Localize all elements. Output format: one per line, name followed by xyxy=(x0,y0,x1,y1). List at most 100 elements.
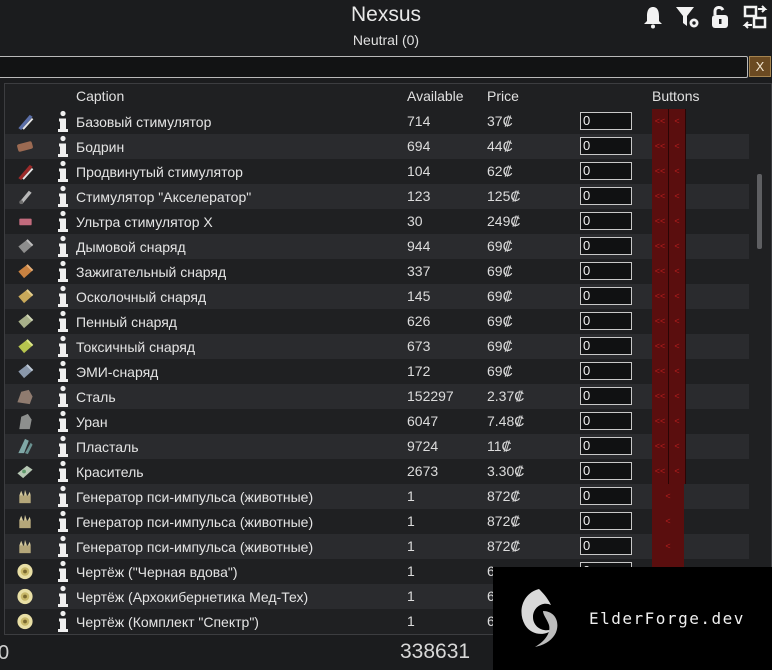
item-price: 69₡ xyxy=(487,313,513,329)
quantity-field[interactable] xyxy=(580,462,632,480)
info-icon[interactable] xyxy=(57,560,69,583)
trade-buttons: << < xyxy=(652,184,686,209)
info-icon[interactable] xyxy=(57,185,69,208)
info-icon[interactable] xyxy=(57,360,69,383)
buy-all-button[interactable]: << xyxy=(652,409,669,434)
info-icon[interactable] xyxy=(57,135,69,158)
psychic-generator-icon xyxy=(19,539,31,554)
item-available: 673 xyxy=(407,338,431,354)
buy-all-button[interactable]: << xyxy=(652,209,669,234)
quantity-field[interactable] xyxy=(580,487,632,505)
search-input[interactable] xyxy=(0,56,748,78)
buy-one-button[interactable]: < xyxy=(669,459,686,484)
buy-one-button[interactable]: < xyxy=(669,409,686,434)
info-icon[interactable] xyxy=(57,285,69,308)
trader-faction: Neutral (0) xyxy=(352,32,420,48)
buy-one-button[interactable]: < xyxy=(669,109,686,134)
quantity-field[interactable] xyxy=(580,412,632,430)
quantity-field[interactable] xyxy=(580,537,632,555)
buy-all-button[interactable]: << xyxy=(652,459,669,484)
quantity-field[interactable] xyxy=(580,262,632,280)
quantity-field[interactable] xyxy=(580,137,632,155)
buy-one-button[interactable]: < xyxy=(669,384,686,409)
info-icon[interactable] xyxy=(57,435,69,458)
buy-all-button[interactable]: << xyxy=(652,384,669,409)
quantity-field[interactable] xyxy=(580,237,632,255)
info-icon[interactable] xyxy=(57,160,69,183)
buy-one-button[interactable]: < xyxy=(652,484,684,509)
quantity-field[interactable] xyxy=(580,337,632,355)
buy-all-button[interactable]: << xyxy=(652,134,669,159)
quantity-field[interactable] xyxy=(580,187,632,205)
unlock-icon[interactable] xyxy=(706,2,736,32)
buy-one-button[interactable]: < xyxy=(669,434,686,459)
info-icon[interactable] xyxy=(57,235,69,258)
buy-one-button[interactable]: < xyxy=(669,159,686,184)
quantity-field[interactable] xyxy=(580,212,632,230)
item-available: 9724 xyxy=(407,438,439,454)
buy-all-button[interactable]: << xyxy=(652,159,669,184)
foam-shell-icon xyxy=(18,314,34,329)
table-row: Стимулятор "Акселератор" 123 125₡ <<< xyxy=(5,184,749,209)
item-caption: Осколочный снаряд xyxy=(76,289,207,305)
table-row: Дымовой снаряд 944 69₡ <<< xyxy=(5,234,749,259)
buy-one-button[interactable]: < xyxy=(669,184,686,209)
buy-one-button[interactable]: < xyxy=(669,309,686,334)
item-available: 172 xyxy=(407,363,431,379)
item-available: 1 xyxy=(407,613,415,629)
buy-all-button[interactable]: << xyxy=(652,434,669,459)
buy-all-button[interactable]: << xyxy=(652,309,669,334)
info-icon[interactable] xyxy=(57,260,69,283)
dragon-logo-icon xyxy=(521,589,558,647)
info-icon[interactable] xyxy=(57,210,69,233)
info-icon[interactable] xyxy=(57,485,69,508)
quantity-field[interactable] xyxy=(580,437,632,455)
item-caption: Генератор пси-импульса (животные) xyxy=(76,489,314,505)
info-icon[interactable] xyxy=(57,110,69,133)
quantity-field[interactable] xyxy=(580,387,632,405)
buy-all-button[interactable]: << xyxy=(652,234,669,259)
item-price: 125₡ xyxy=(487,188,521,204)
buy-one-button[interactable]: < xyxy=(669,359,686,384)
table-row: Осколочный снаряд 145 69₡ <<< xyxy=(5,284,749,309)
buy-all-button[interactable]: << xyxy=(652,184,669,209)
clear-search-button[interactable]: X xyxy=(749,56,771,77)
info-icon[interactable] xyxy=(57,460,69,483)
buy-one-button[interactable]: < xyxy=(669,209,686,234)
info-icon[interactable] xyxy=(57,535,69,558)
buy-one-button[interactable]: < xyxy=(652,534,684,559)
quantity-field[interactable] xyxy=(580,287,632,305)
buy-one-button[interactable]: < xyxy=(669,234,686,259)
info-icon[interactable] xyxy=(57,310,69,333)
buy-all-button[interactable]: << xyxy=(652,284,669,309)
buy-one-button[interactable]: < xyxy=(669,259,686,284)
buy-one-button[interactable]: < xyxy=(669,334,686,359)
quantity-field[interactable] xyxy=(580,312,632,330)
scrollbar-thumb[interactable] xyxy=(757,174,762,249)
info-icon[interactable] xyxy=(57,335,69,358)
trade-buttons: << < xyxy=(652,359,686,384)
quantity-field[interactable] xyxy=(580,162,632,180)
quantity-field[interactable] xyxy=(580,512,632,530)
buy-one-button[interactable]: < xyxy=(669,134,686,159)
item-caption: Токсичный снаряд xyxy=(76,339,196,355)
info-icon[interactable] xyxy=(57,610,69,633)
buy-all-button[interactable]: << xyxy=(652,359,669,384)
buy-one-button[interactable]: < xyxy=(669,284,686,309)
info-icon[interactable] xyxy=(57,585,69,608)
quantity-field[interactable] xyxy=(580,362,632,380)
buy-one-button[interactable]: < xyxy=(652,509,684,534)
info-icon[interactable] xyxy=(57,510,69,533)
buy-all-button[interactable]: << xyxy=(652,259,669,284)
transfer-icon[interactable] xyxy=(740,2,770,32)
table-row: ЭМИ-снаряд 172 69₡ <<< xyxy=(5,359,749,384)
filter-settings-icon[interactable] xyxy=(672,2,702,32)
item-caption: Сталь xyxy=(76,389,116,405)
info-icon[interactable] xyxy=(57,385,69,408)
buy-all-button[interactable]: << xyxy=(652,334,669,359)
quantity-field[interactable] xyxy=(580,112,632,130)
header-toolbar xyxy=(638,2,770,32)
info-icon[interactable] xyxy=(57,410,69,433)
buy-all-button[interactable]: << xyxy=(652,109,669,134)
bell-icon[interactable] xyxy=(638,2,668,32)
